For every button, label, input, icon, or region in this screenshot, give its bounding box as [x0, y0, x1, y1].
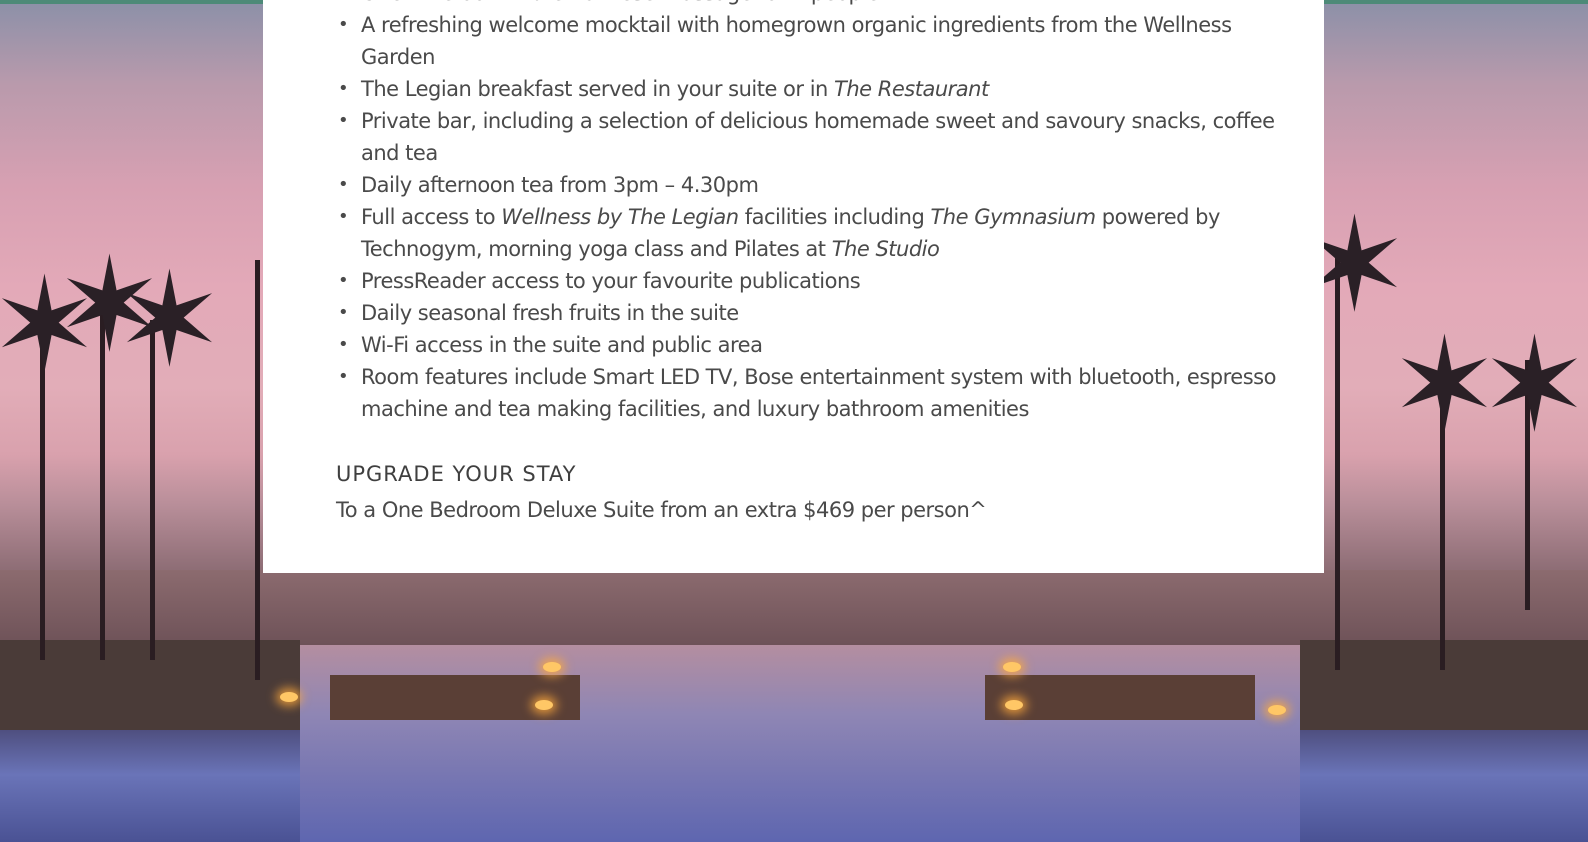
benefit-item: PressReader access to your favourite pub… — [336, 265, 1296, 297]
palm-tree — [255, 260, 260, 680]
torch-flame — [535, 700, 553, 710]
benefit-text: facilities including — [738, 205, 931, 229]
torch-flame — [280, 692, 298, 702]
benefit-text: Full access to — [361, 205, 502, 229]
torch-flame — [1268, 705, 1286, 715]
benefit-item: Full access to Wellness by The Legian fa… — [336, 201, 1296, 265]
benefit-item: Wi-Fi access in the suite and public are… — [336, 329, 1296, 361]
palm-crown-icon: ✶ — [1480, 309, 1588, 461]
benefit-text: A refreshing welcome mocktail with homeg… — [361, 13, 1232, 69]
benefit-text: Daily seasonal fresh fruits in the suite — [361, 301, 739, 325]
beach — [0, 570, 1588, 645]
benefit-venue-name: Wellness by The Legian — [501, 205, 739, 229]
benefit-text: Private bar, including a selection of de… — [361, 109, 1275, 165]
benefit-text: Daily afternoon tea from 3pm – 4.30pm — [361, 173, 759, 197]
benefit-text: Wi-Fi access in the suite and public are… — [361, 333, 763, 357]
torch-flame — [1003, 662, 1021, 672]
benefit-item: Daily seasonal fresh fruits in the suite — [336, 297, 1296, 329]
benefit-item: Private bar, including a selection of de… — [336, 105, 1296, 169]
benefit-text: The Legian breakfast served in your suit… — [361, 77, 835, 101]
benefit-text: One time 60-minute Balinese massage for … — [361, 0, 880, 5]
torch-flame — [1005, 700, 1023, 710]
package-details-card: One time 60-minute Balinese massage for … — [263, 0, 1324, 573]
right-pool-terrace — [985, 675, 1255, 720]
benefit-venue-name: The Restaurant — [834, 77, 989, 101]
benefit-venue-name: The Studio — [831, 237, 940, 261]
benefit-text: Room features include Smart LED TV, Bose… — [361, 365, 1276, 421]
benefit-item: Room features include Smart LED TV, Bose… — [336, 361, 1296, 425]
benefit-item: Daily afternoon tea from 3pm – 4.30pm — [336, 169, 1296, 201]
left-pool-terrace — [330, 675, 580, 720]
upgrade-text: To a One Bedroom Deluxe Suite from an ex… — [336, 498, 987, 522]
benefit-item: The Legian breakfast served in your suit… — [336, 73, 1296, 105]
benefit-item: A refreshing welcome mocktail with homeg… — [336, 9, 1296, 73]
benefit-venue-name: The Gymnasium — [930, 205, 1096, 229]
palm-crown-icon: ✶ — [115, 244, 224, 396]
upgrade-heading: UPGRADE YOUR STAY — [336, 462, 577, 486]
package-benefits-list: One time 60-minute Balinese massage for … — [336, 0, 1296, 425]
torch-flame — [543, 662, 561, 672]
benefit-text: PressReader access to your favourite pub… — [361, 269, 861, 293]
benefit-item: One time 60-minute Balinese massage for … — [336, 0, 1296, 9]
